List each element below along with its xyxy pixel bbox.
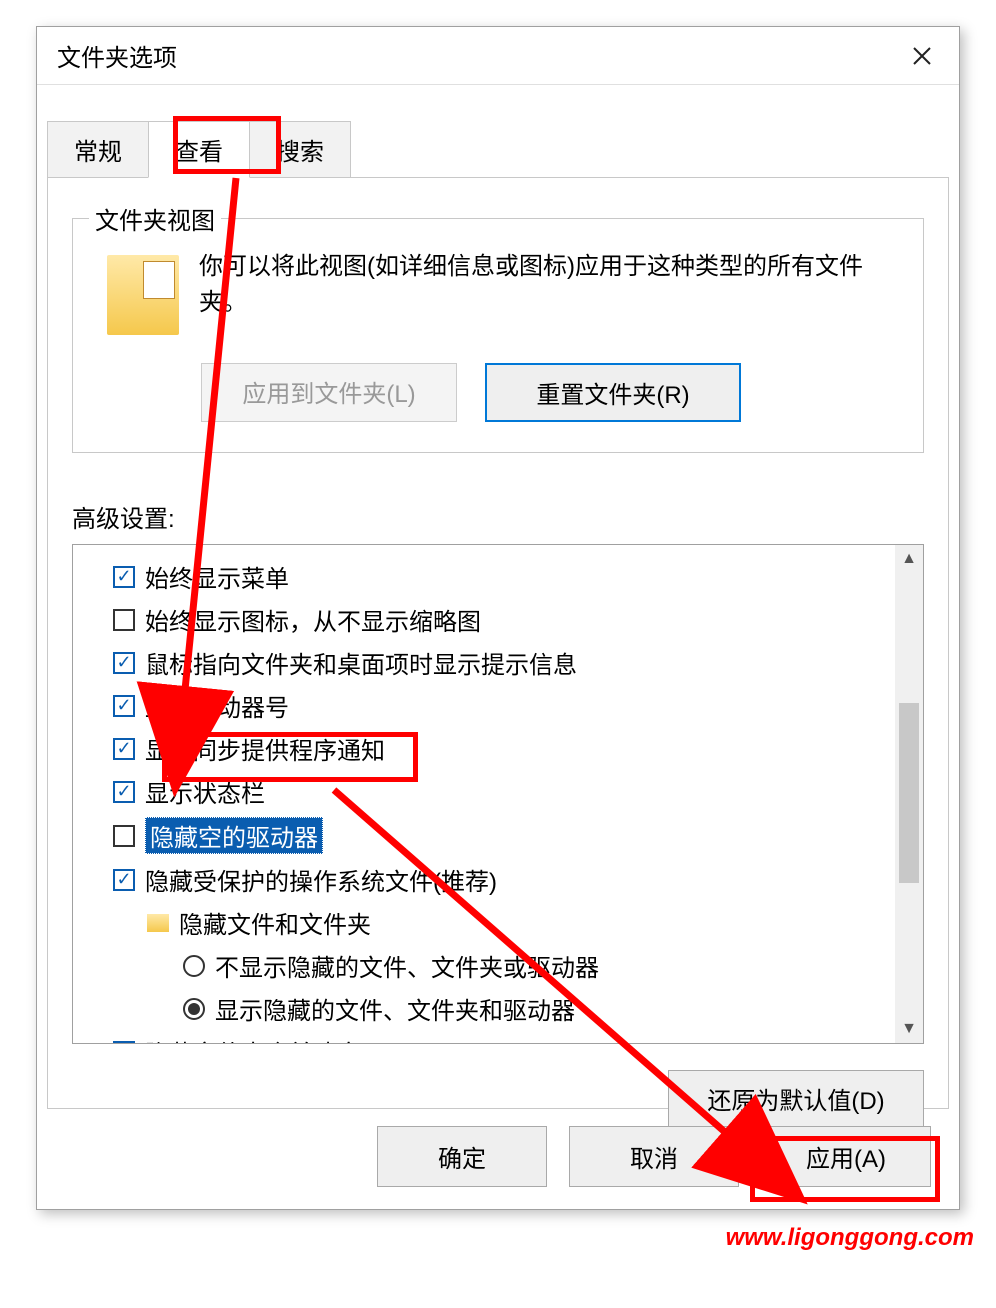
checkbox[interactable]: ✓ [113,695,135,717]
folder-icon [107,255,179,335]
list-item[interactable]: 不显示隐藏的文件、文件夹或驱动器 [113,944,889,987]
checkbox[interactable]: ✓ [113,1041,135,1045]
list-item-label: 始终显示菜单 [145,559,289,594]
scroll-thumb[interactable] [899,703,919,883]
checkbox[interactable] [113,825,135,847]
cancel-button[interactable]: 取消 [569,1126,739,1187]
watermark-text: www.ligonggong.com [726,1224,974,1252]
folder-view-group-title: 文件夹视图 [89,201,221,236]
list-item-label: 显示状态栏 [145,774,265,809]
list-item[interactable]: 始终显示图标，从不显示缩略图 [113,598,889,641]
tab-content: 文件夹视图 你可以将此视图(如详细信息或图标)应用于这种类型的所有文件夹。 应用… [47,177,949,1109]
dialog-title: 文件夹选项 [57,38,897,73]
checkbox[interactable]: ✓ [113,738,135,760]
ok-button[interactable]: 确定 [377,1126,547,1187]
titlebar: 文件夹选项 [37,27,959,85]
list-item-label: 显示同步提供程序通知 [145,731,385,766]
folder-view-description: 你可以将此视图(如详细信息或图标)应用于这种类型的所有文件夹。 [199,249,899,321]
restore-defaults-button[interactable]: 还原为默认值(D) [668,1070,924,1127]
dialog-buttons: 确定 取消 应用(A) [377,1126,931,1187]
reset-folders-button[interactable]: 重置文件夹(R) [485,363,741,422]
list-item-label: 隐藏空的驱动器 [145,817,323,854]
list-item[interactable]: ✓ 显示驱动器号 [113,684,889,727]
advanced-settings-label: 高级设置: [72,499,924,534]
scroll-up-icon[interactable]: ▲ [895,545,923,573]
tab-general[interactable]: 常规 [47,121,149,178]
list-item[interactable]: 显示隐藏的文件、文件夹和驱动器 [113,987,889,1030]
checkbox[interactable] [113,609,135,631]
tab-strip: 常规 查看 搜索 [37,121,959,178]
list-item[interactable]: ✓ 始终显示菜单 [113,555,889,598]
list-item-label: 不显示隐藏的文件、文件夹或驱动器 [215,948,599,983]
list-item-label: 鼠标指向文件夹和桌面项时显示提示信息 [145,645,577,680]
checkbox[interactable]: ✓ [113,652,135,674]
list-item-label: 始终显示图标，从不显示缩略图 [145,602,481,637]
close-icon [912,46,932,66]
list-item[interactable]: 隐藏空的驱动器 [113,813,889,858]
list-item[interactable]: ✓ 显示同步提供程序通知 [113,727,889,770]
radio[interactable] [183,998,205,1020]
checkbox[interactable]: ✓ [113,781,135,803]
list-item-label: 隐藏文件和文件夹 [179,905,371,940]
list-item[interactable]: ✓ 隐藏文件夹合并冲突 [113,1030,889,1044]
folder-icon [147,914,169,932]
list-item[interactable]: ✓ 隐藏受保护的操作系统文件(推荐) [113,858,889,901]
folder-options-dialog: 文件夹选项 常规 查看 搜索 文件夹视图 你可以将此视图(如详细信息或图标)应用… [36,26,960,1210]
list-item-label: 显示驱动器号 [145,688,289,723]
advanced-settings-list[interactable]: ✓ 始终显示菜单始终显示图标，从不显示缩略图 ✓ 鼠标指向文件夹和桌面项时显示提示信息… [72,544,924,1044]
close-button[interactable] [897,31,947,81]
scroll-down-icon[interactable]: ▼ [895,1015,923,1043]
list-item[interactable]: 隐藏文件和文件夹 [113,901,889,944]
tab-search[interactable]: 搜索 [249,121,351,178]
apply-button[interactable]: 应用(A) [761,1126,931,1187]
list-item-label: 隐藏文件夹合并冲突 [145,1034,361,1044]
list-item[interactable]: ✓ 鼠标指向文件夹和桌面项时显示提示信息 [113,641,889,684]
list-item-label: 隐藏受保护的操作系统文件(推荐) [145,862,497,897]
list-item[interactable]: ✓ 显示状态栏 [113,770,889,813]
checkbox[interactable]: ✓ [113,566,135,588]
list-item-label: 显示隐藏的文件、文件夹和驱动器 [215,991,575,1026]
tab-view[interactable]: 查看 [148,121,250,178]
radio[interactable] [183,955,205,977]
apply-to-folders-button: 应用到文件夹(L) [201,363,457,422]
folder-view-group: 文件夹视图 你可以将此视图(如详细信息或图标)应用于这种类型的所有文件夹。 应用… [72,218,924,453]
scrollbar[interactable]: ▲ ▼ [895,545,923,1043]
checkbox[interactable]: ✓ [113,869,135,891]
